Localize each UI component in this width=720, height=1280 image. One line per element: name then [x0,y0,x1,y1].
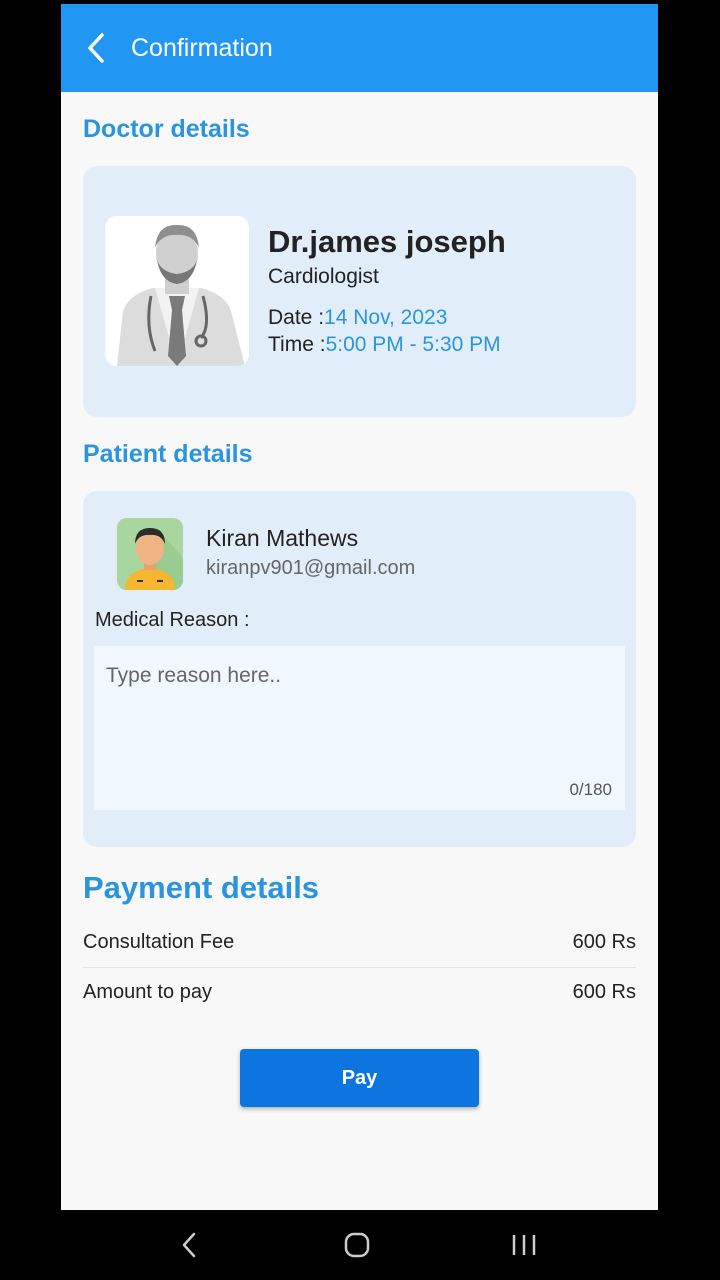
time-label: Time : [268,333,326,356]
payment-row-label: Consultation Fee [83,931,235,953]
nav-back-button[interactable] [150,1210,230,1280]
doctor-illustration-icon [105,216,249,366]
nav-recents-button[interactable] [484,1210,564,1280]
doctor-card: Dr.james joseph Cardiologist Date :14 No… [83,166,636,417]
patient-avatar [117,518,183,590]
patient-card: Kiran Mathews kiranpv901@gmail.com Medic… [83,491,636,847]
character-counter: 0/180 [569,780,612,799]
appointment-date: Date :14 Nov, 2023 [268,306,447,330]
payment-row-amount-to-pay: Amount to pay 600 Rs [83,981,636,1004]
divider [83,967,636,968]
date-value: 14 Nov, 2023 [324,306,448,329]
appointment-time: Time :5:00 PM - 5:30 PM [268,333,501,357]
medical-reason-input[interactable] [94,646,625,810]
back-arrow-icon [88,33,104,63]
doctor-details-heading: Doctor details [83,115,250,143]
screen: Confirmation Doctor details Dr.james jos… [61,4,658,1210]
pay-button[interactable]: Pay [240,1049,479,1107]
nav-home-icon [344,1232,370,1258]
payment-row-value: 600 Rs [572,931,636,953]
nav-home-button[interactable] [317,1210,397,1280]
page-title: Confirmation [131,33,273,62]
app-bar: Confirmation [61,4,658,92]
payment-row-consultation-fee: Consultation Fee 600 Rs [83,931,636,954]
payment-row-label: Amount to pay [83,981,212,1003]
system-nav-bar [0,1210,720,1280]
nav-recents-icon [512,1235,536,1255]
nav-back-icon [182,1232,196,1258]
patient-email: kiranpv901@gmail.com [206,557,416,579]
medical-reason-label: Medical Reason : [95,609,250,631]
patient-details-heading: Patient details [83,440,253,468]
patient-name: Kiran Mathews [206,525,359,551]
date-label: Date : [268,306,325,329]
payment-row-value: 600 Rs [572,981,636,1003]
doctor-specialty: Cardiologist [268,265,379,288]
doctor-name: Dr.james joseph [268,224,506,259]
payment-details-heading: Payment details [83,870,320,905]
time-value: 5:00 PM - 5:30 PM [325,333,501,356]
user-avatar-icon [117,518,183,590]
doctor-photo [105,216,249,366]
back-button[interactable] [61,4,131,92]
